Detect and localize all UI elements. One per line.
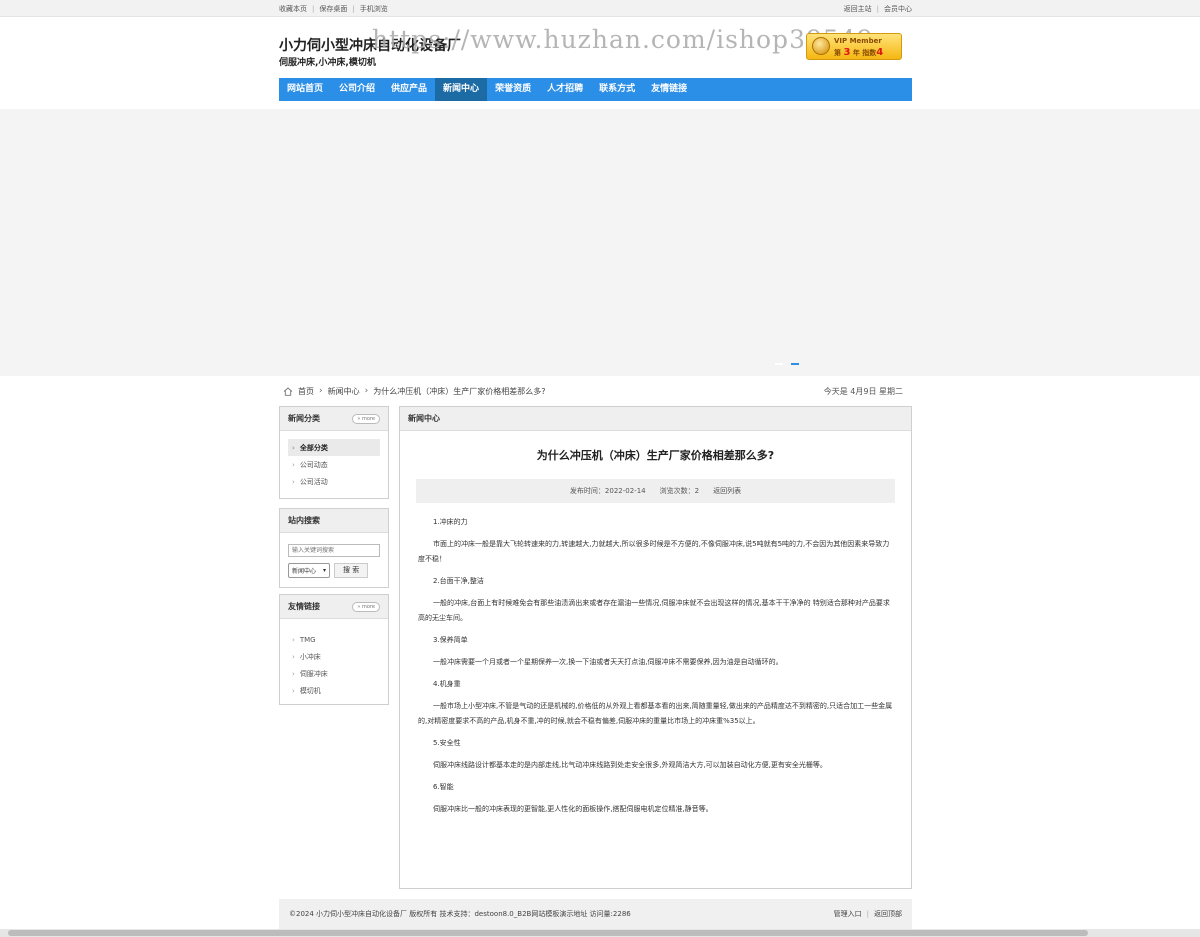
- header: 小力伺小型冲床自动化设备厂 伺服冲床,小冲床,模切机 https://www.h…: [279, 17, 912, 78]
- top-right-links: 返回主站 | 会员中心: [843, 4, 912, 13]
- chevron-right-icon: ›: [364, 386, 369, 396]
- news-category-title: 新闻分类: [288, 414, 320, 423]
- friend-link-item[interactable]: › TMG: [288, 631, 380, 648]
- chevron-right-icon: ›: [319, 386, 323, 396]
- site-search-box: 站内搜索 新闻中心▾ 搜 索: [279, 508, 389, 588]
- article-paragraph: 市面上的冲床一般是靠大飞轮转速来的力,转速越大,力就越大,所以很多时候是不方便的…: [418, 540, 890, 563]
- article-paragraph: 伺服冲床比一般的冲床表现的更智能,更人性化的面板操作,搭配伺服电机定位精准,静音…: [433, 805, 713, 813]
- today-date: 今天是 4月9日 星期二: [823, 386, 903, 396]
- copyright-text: ©2024 小力伺小型冲床自动化设备厂 版权所有 技术支持：destoon8.0…: [289, 910, 631, 918]
- nav-jobs[interactable]: 人才招聘: [539, 78, 591, 101]
- top-left-links: 收藏本页 | 保存桌面 | 手机浏览: [279, 4, 388, 13]
- vip-years: 第 3 年 指数4: [834, 47, 884, 58]
- friend-link-item[interactable]: › 小冲床: [288, 648, 380, 665]
- nav-about[interactable]: 公司介绍: [331, 78, 383, 101]
- arrow-right-icon: ›: [292, 652, 295, 661]
- breadcrumb-home[interactable]: 首页: [298, 386, 314, 397]
- article-paragraph: 一般冲床需要一个月或者一个星期保养一次,换一下油或者天天打点油,伺服冲床不需要保…: [433, 658, 783, 666]
- watermark-text: https://www.huzhan.com/ishop39549: [372, 25, 874, 54]
- site-search-title: 站内搜索: [288, 516, 320, 525]
- breadcrumb-section[interactable]: 新闻中心: [328, 386, 360, 397]
- category-item[interactable]: › 全部分类: [288, 439, 380, 456]
- links-more-button[interactable]: » more: [352, 601, 380, 612]
- search-button[interactable]: 搜 索: [334, 563, 369, 578]
- friend-links-title: 友情链接: [288, 602, 320, 611]
- news-category-box: 新闻分类 » more › 全部分类 › 公司动态 › 公司活动: [279, 406, 389, 499]
- save-desktop-link[interactable]: 保存桌面: [319, 5, 347, 13]
- breadcrumb: 首页 › 新闻中心 › 为什么冲压机（冲床）生产厂家价格相差那么多? 今天是 4…: [279, 376, 912, 406]
- vip-label: VIP Member: [834, 37, 882, 45]
- nav-home[interactable]: 网站首页: [279, 78, 331, 101]
- top-bar: 收藏本页 | 保存桌面 | 手机浏览 返回主站 | 会员中心: [0, 0, 1200, 17]
- slider-dots: [775, 363, 799, 365]
- back-to-list-link[interactable]: 返回列表: [713, 486, 741, 496]
- search-scope-select[interactable]: 新闻中心 ▾: [288, 563, 330, 578]
- admin-link[interactable]: 管理入口: [834, 910, 862, 918]
- article-paragraph: 6.智能: [433, 783, 454, 791]
- category-more-button[interactable]: » more: [352, 413, 380, 424]
- company-subtitle: 伺服冲床,小冲床,模切机: [279, 58, 376, 68]
- content-layout: 新闻分类 » more ›全部分类 ›公司动态 ›公司活动 站内搜索 新闻中心▾…: [279, 406, 912, 896]
- nav-honors[interactable]: 荣誉资质: [487, 78, 539, 101]
- arrow-right-icon: ›: [292, 443, 295, 452]
- main-site-link[interactable]: 返回主站: [844, 5, 872, 13]
- back-to-top-link[interactable]: 返回顶部: [874, 910, 902, 918]
- main-nav: 网站首页 公司介绍 供应产品 新闻中心 荣誉资质 人才招聘 联系方式 友情链接: [279, 78, 912, 101]
- bookmark-link[interactable]: 收藏本页: [279, 5, 307, 13]
- article-paragraph: 5.安全性: [433, 739, 461, 747]
- medal-icon: [812, 37, 830, 55]
- publish-time: 发布时间：2022-02-14: [569, 487, 646, 495]
- home-icon: [283, 386, 293, 396]
- article-body: 1.冲床的力 市面上的冲床一般是靠大飞轮转速来的力,转速越大,力就越大,所以很多…: [400, 503, 911, 817]
- article-title: 为什么冲压机（冲床）生产厂家价格相差那么多?: [536, 449, 775, 462]
- friend-link-item[interactable]: › 模切机: [288, 682, 380, 699]
- arrow-right-icon: ›: [292, 669, 295, 678]
- search-input[interactable]: [288, 544, 380, 557]
- member-center-link[interactable]: 会员中心: [884, 5, 912, 13]
- arrow-right-icon: ›: [292, 477, 295, 486]
- banner-slider: [0, 109, 1200, 376]
- article-paragraph: 一般市场上小型冲床,不管是气动的还是机械的,价格低的从外观上看都基本看的出来,简…: [418, 702, 893, 725]
- article-panel-title: 新闻中心: [408, 414, 440, 423]
- article-panel: 新闻中心 为什么冲压机（冲床）生产厂家价格相差那么多? 发布时间：2022-02…: [399, 406, 912, 889]
- view-count: 浏览次数：2: [659, 487, 700, 495]
- footer: ©2024 小力伺小型冲床自动化设备厂 版权所有 技术支持：destoon8.0…: [279, 899, 912, 929]
- nav-products[interactable]: 供应产品: [383, 78, 435, 101]
- article-paragraph: 伺服冲床线路设计都基本走的是内部走线,比气动冲床线路到处走安全很多,外观简洁大方…: [433, 761, 827, 769]
- vip-member-badge: VIP Member 第 3 年 指数4: [806, 33, 902, 60]
- nav-news[interactable]: 新闻中心: [435, 78, 488, 101]
- arrow-right-icon: ›: [292, 686, 295, 695]
- article-paragraph: 一般的冲床,台面上有时候难免会有那些油渍滴出来或者存在漏油一些情况,伺服冲床就不…: [418, 599, 890, 622]
- chevron-down-icon: ▾: [322, 567, 326, 574]
- category-item[interactable]: › 公司活动: [288, 473, 380, 490]
- slider-dot[interactable]: [775, 363, 783, 365]
- footer-links: 管理入口 | 返回顶部: [833, 910, 902, 918]
- article-paragraph: 3.保养简单: [433, 636, 468, 644]
- category-item[interactable]: › 公司动态: [288, 456, 380, 473]
- friend-link-item[interactable]: › 伺服冲床: [288, 665, 380, 682]
- article-meta: 发布时间：2022-02-14 浏览次数：2 返回列表: [416, 479, 895, 503]
- horizontal-scrollbar[interactable]: [0, 929, 1200, 937]
- slider-dot-active[interactable]: [791, 363, 799, 365]
- friend-links-box: 友情链接 » more › TMG › 小冲床 › 伺服冲床 › 模切机: [279, 594, 389, 705]
- breadcrumb-current: 为什么冲压机（冲床）生产厂家价格相差那么多?: [373, 386, 546, 396]
- nav-contact[interactable]: 联系方式: [591, 78, 643, 101]
- nav-links[interactable]: 友情链接: [643, 78, 695, 101]
- article-paragraph: 2.台面干净,整洁: [433, 577, 484, 585]
- mobile-view-link[interactable]: 手机浏览: [360, 5, 388, 13]
- scrollbar-thumb[interactable]: [8, 930, 1088, 936]
- arrow-right-icon: ›: [292, 635, 295, 644]
- article-paragraph: 1.冲床的力: [433, 518, 468, 526]
- article-paragraph: 4.机身重: [433, 680, 461, 688]
- arrow-right-icon: ›: [292, 460, 295, 469]
